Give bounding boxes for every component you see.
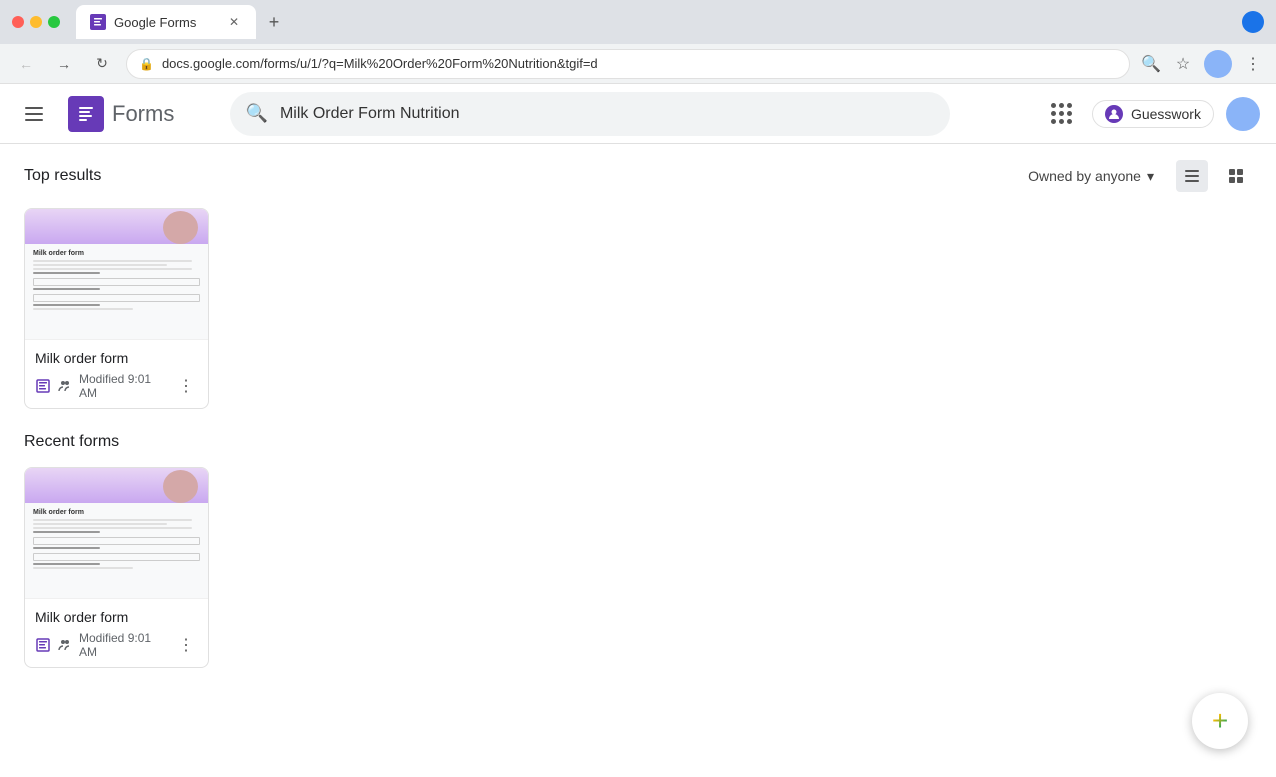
shared-icon [57, 378, 73, 394]
hamburger-button[interactable] [16, 96, 52, 132]
address-bar-right: 🔍 ☆ ⋮ [1140, 50, 1264, 78]
dropdown-chevron-icon: ▾ [1147, 168, 1154, 185]
owned-by-label: Owned by anyone [1028, 168, 1141, 184]
bookmark-icon[interactable]: ☆ [1172, 53, 1194, 75]
forward-button[interactable]: → [50, 50, 78, 78]
more-options-button[interactable]: ⋮ [174, 374, 198, 398]
header-right: Guesswork [1044, 96, 1260, 132]
window-controls [12, 16, 60, 28]
search-icon: 🔍 [246, 103, 268, 124]
card-info: Milk order form [25, 339, 208, 408]
active-tab[interactable]: Google Forms ✕ [76, 5, 256, 39]
user-avatar[interactable] [1226, 97, 1260, 131]
card-info-recent: Milk order form [25, 598, 208, 667]
hamburger-icon [25, 107, 43, 121]
card-name: Milk order form [35, 350, 198, 366]
workspace-name: Guesswork [1131, 106, 1201, 122]
card-preview: Milk order form [25, 209, 208, 339]
apps-grid-icon [1051, 103, 1072, 124]
recent-forms-section: Recent forms Milk order form [24, 433, 1252, 668]
back-button[interactable]: ← [12, 50, 40, 78]
maximize-button[interactable] [48, 16, 60, 28]
content-toolbar: Top results Owned by anyone ▾ [24, 160, 1252, 192]
preview-form-title-recent: Milk order form [33, 509, 200, 516]
app-header: Forms 🔍 [0, 84, 1276, 144]
card-preview-header [25, 209, 208, 244]
card-meta-recent: Modified 9:01 AM ⋮ [35, 631, 198, 659]
new-tab-button[interactable]: + [260, 8, 288, 36]
top-results-section: Top results Owned by anyone ▾ [24, 160, 1252, 409]
search-bar[interactable]: 🔍 [230, 92, 950, 136]
search-container: 🔍 [230, 92, 950, 136]
recent-forms-grid: Milk order form Milk order form [24, 467, 1252, 668]
forms-icon [35, 378, 51, 394]
search-input[interactable] [280, 105, 934, 123]
apps-grid-button[interactable] [1044, 96, 1080, 132]
menu-icon[interactable]: ⋮ [1242, 53, 1264, 75]
shared-icon-recent [57, 637, 73, 653]
card-preview-recent: Milk order form [25, 468, 208, 598]
tab-title: Google Forms [114, 15, 196, 30]
card-preview-body: Milk order form [25, 244, 208, 318]
forms-logo: Forms [68, 96, 174, 132]
card-preview-image [163, 211, 198, 244]
forms-logo-text: Forms [112, 101, 174, 127]
top-results-grid: Milk order form Milk order form [24, 208, 1252, 409]
recent-toolbar: Recent forms [24, 433, 1252, 451]
lock-icon: 🔒 [139, 57, 154, 71]
grid-view-button[interactable] [1220, 160, 1252, 192]
forms-logo-icon [68, 96, 104, 132]
preview-form-title: Milk order form [33, 250, 200, 257]
form-card[interactable]: Milk order form Milk order form [24, 208, 209, 409]
refresh-button[interactable]: ↻ [88, 50, 116, 78]
top-results-title: Top results [24, 167, 101, 185]
tab-bar: Google Forms ✕ + [76, 5, 1264, 39]
workspace-badge[interactable]: Guesswork [1092, 100, 1214, 128]
workspace-icon [1105, 105, 1123, 123]
url-text: docs.google.com/forms/u/1/?q=Milk%20Orde… [162, 56, 598, 71]
profile-avatar-addr[interactable] [1204, 50, 1232, 78]
main-content: Top results Owned by anyone ▾ [0, 144, 1276, 777]
close-button[interactable] [12, 16, 24, 28]
card-preview-header-recent [25, 468, 208, 503]
card-name-recent: Milk order form [35, 609, 198, 625]
url-bar[interactable]: 🔒 docs.google.com/forms/u/1/?q=Milk%20Or… [126, 49, 1130, 79]
fab-button[interactable]: + [1192, 693, 1248, 749]
chrome-profile-icon [1242, 11, 1264, 33]
fab-plus-icon: + [1212, 707, 1228, 735]
search-icon-addr[interactable]: 🔍 [1140, 53, 1162, 75]
tab-favicon [90, 14, 106, 30]
forms-icon-recent [35, 637, 51, 653]
card-meta: Modified 9:01 AM ⋮ [35, 372, 198, 400]
browser-chrome: Google Forms ✕ + [0, 0, 1276, 44]
card-preview-image-recent [163, 470, 198, 503]
toolbar-right: Owned by anyone ▾ [1018, 160, 1252, 192]
minimize-button[interactable] [30, 16, 42, 28]
address-bar: ← → ↻ 🔒 docs.google.com/forms/u/1/?q=Mil… [0, 44, 1276, 84]
form-card-recent[interactable]: Milk order form Milk order form [24, 467, 209, 668]
card-preview-body-recent: Milk order form [25, 503, 208, 577]
modified-text-recent: Modified 9:01 AM [79, 631, 168, 659]
tab-close-button[interactable]: ✕ [226, 14, 242, 30]
more-options-button-recent[interactable]: ⋮ [174, 633, 198, 657]
recent-forms-title: Recent forms [24, 433, 119, 451]
list-view-button[interactable] [1176, 160, 1208, 192]
owned-by-button[interactable]: Owned by anyone ▾ [1018, 162, 1164, 191]
modified-text: Modified 9:01 AM [79, 372, 168, 400]
